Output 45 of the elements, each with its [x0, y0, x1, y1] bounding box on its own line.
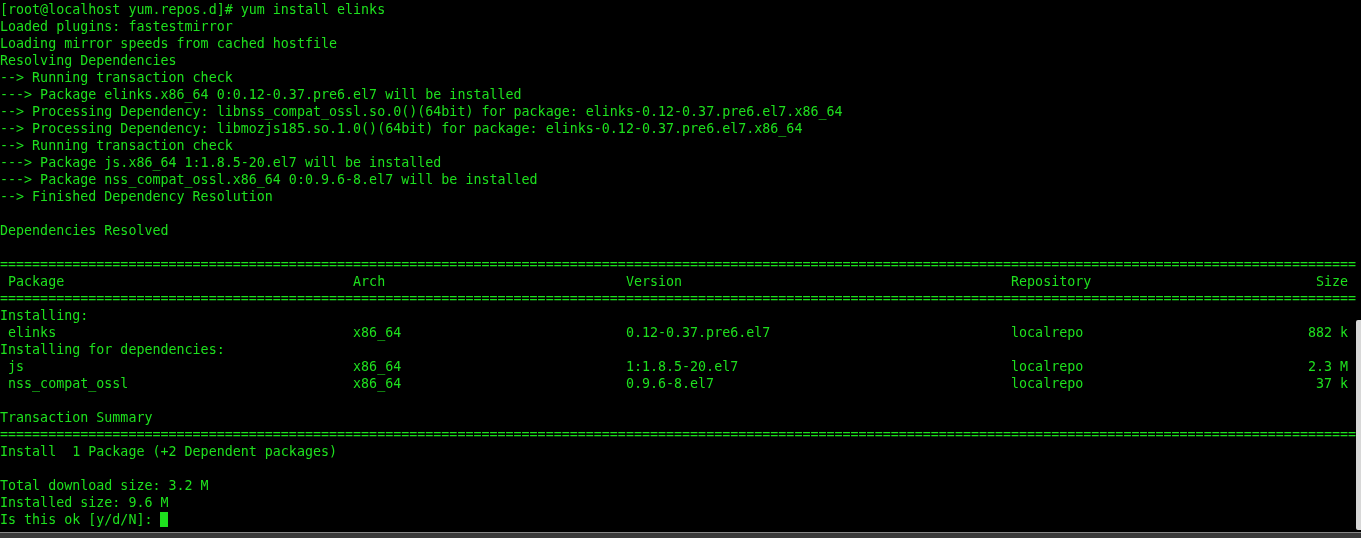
separator-line: =========================================================================================================================================================================: [0, 256, 1357, 273]
terminal-line: Loading mirror speeds from cached hostfile: [0, 35, 338, 52]
table-cell-text: localrepo: [1011, 358, 1085, 375]
terminal-line: ---> Package js.x86_64 1:1.8.5-20.el7 will be installed: [0, 154, 442, 171]
terminal-line: Installing:: [0, 307, 89, 324]
terminal-line: Resolving Dependencies: [0, 52, 177, 69]
terminal-line: --> Processing Dependency: libmozjs185.so.1.0()(64bit) for package: elinks-0.12-0.37.pre6.el7.x86_64: [0, 120, 803, 137]
scrollbar-thumb[interactable]: [1356, 320, 1361, 530]
prompt-text: Is this ok [y/d/N]:: [0, 511, 154, 528]
table-cell-text: x86_64: [353, 375, 403, 392]
terminal-line: Dependencies Resolved: [0, 222, 169, 239]
column-header: Size: [1314, 273, 1349, 290]
terminal-line: Installed size: 9.6 M: [0, 494, 169, 511]
terminal-line: Transaction Summary: [0, 409, 153, 426]
table-cell-text: 37 k: [1314, 375, 1349, 392]
table-cell-text: 882 k: [1306, 324, 1349, 341]
table-cell-text: x86_64: [353, 324, 403, 341]
table-cell-text: localrepo: [1011, 324, 1085, 341]
table-cell-text: elinks: [7, 324, 58, 341]
column-header: Package: [7, 273, 66, 290]
column-header: Version: [625, 273, 684, 290]
terminal-line: --> Processing Dependency: libnss_compat_ossl.so.0()(64bit) for package: elinks-0.12-0.37.pre6.el7.x86_64: [0, 103, 843, 120]
separator-line: =========================================================================================================================================================================: [0, 426, 1357, 443]
table-cell-text: js: [7, 358, 26, 375]
terminal-line: --> Finished Dependency Resolution: [0, 188, 273, 205]
column-header: Arch: [353, 273, 387, 290]
terminal-line: --> Running transaction check: [0, 69, 233, 86]
table-cell-text: localrepo: [1011, 375, 1085, 392]
terminal-line: [root@localhost yum.repos.d]# yum install elinks: [0, 1, 386, 18]
terminal-line: ---> Package nss_compat_ossl.x86_64 0:0.9.6-8.el7 will be installed: [0, 171, 538, 188]
terminal-line: Loaded plugins: fastestmirror: [0, 18, 233, 35]
text-cursor: [160, 512, 169, 527]
table-cell-text: 2.3 M: [1306, 358, 1349, 375]
separator-line: =========================================================================================================================================================================: [0, 290, 1357, 307]
terminal-line: Install 1 Package (+2 Dependent packages): [0, 443, 338, 460]
table-cell-text: nss_compat_ossl: [7, 375, 130, 392]
table-cell-text: x86_64: [353, 358, 403, 375]
terminal-line: Total download size: 3.2 M: [0, 477, 209, 494]
table-cell-text: 0.9.6-8.el7: [625, 375, 716, 392]
table-cell-text: 1:1.8.5-20.el7: [625, 358, 740, 375]
terminal-line: Installing for dependencies:: [0, 341, 225, 358]
column-header: Repository: [1011, 273, 1093, 290]
terminal-line: --> Running transaction check: [0, 137, 233, 154]
table-cell-text: 0.12-0.37.pre6.el7: [625, 324, 772, 341]
terminal-line: ---> Package elinks.x86_64 0:0.12-0.37.pre6.el7 will be installed: [0, 86, 522, 103]
